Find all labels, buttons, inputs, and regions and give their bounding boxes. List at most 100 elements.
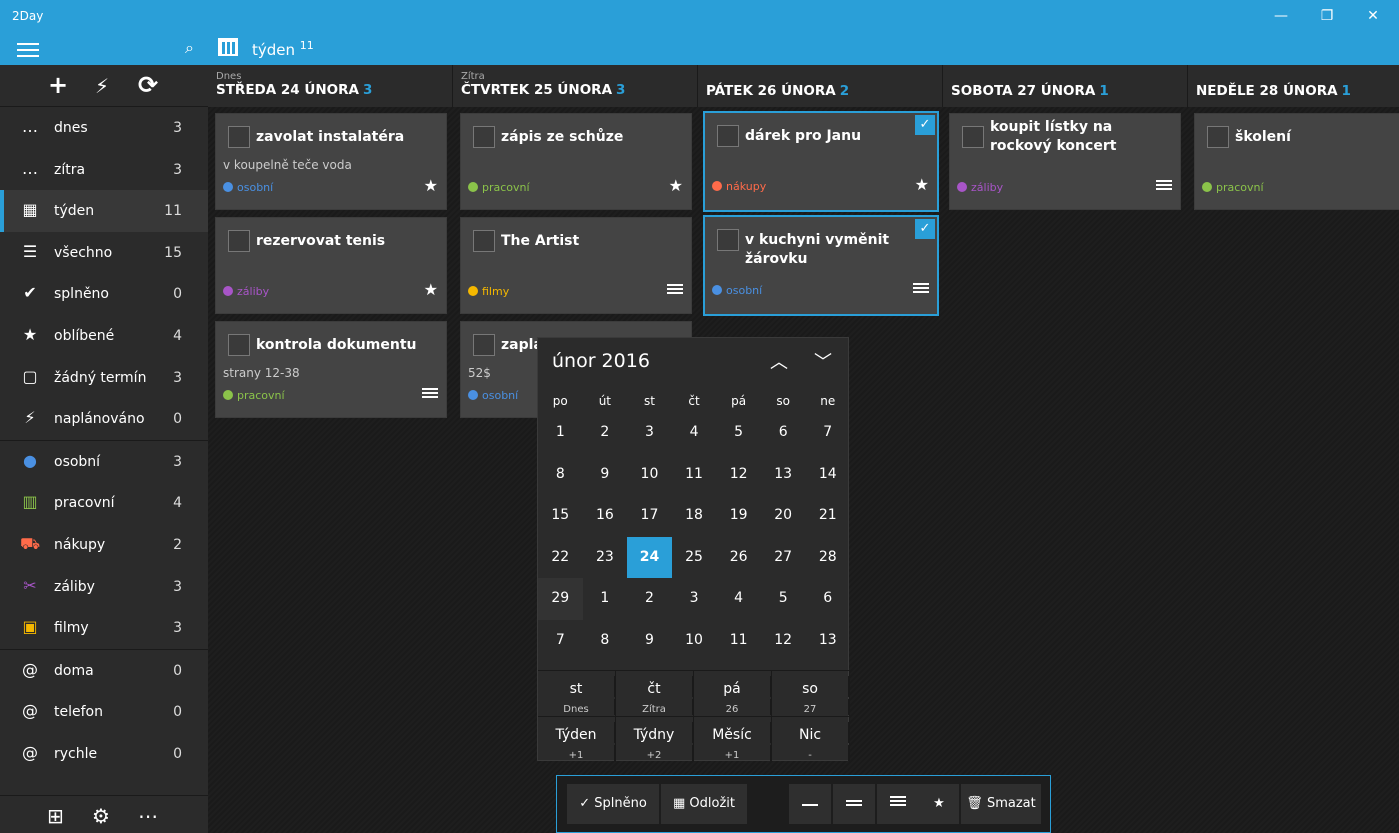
task-card[interactable]: zavolat instalatéra v koupelně teče voda o… (215, 113, 447, 210)
task-checkbox[interactable] (228, 334, 250, 356)
priority-high-button[interactable] (877, 784, 919, 824)
calendar-day[interactable]: 3 (672, 578, 717, 620)
calendar-day[interactable]: 11 (672, 454, 717, 496)
calendar-day[interactable]: 25 (672, 537, 717, 579)
minimize-button[interactable]: — (1258, 0, 1304, 33)
calendar-day[interactable]: 10 (672, 620, 717, 662)
star-icon[interactable]: ★ (424, 176, 438, 195)
calendar-day[interactable]: 7 (538, 620, 583, 662)
prev-month-icon[interactable]: ︿ (770, 348, 788, 374)
calendar-day[interactable]: 29 (538, 578, 583, 620)
task-checkbox[interactable] (717, 229, 739, 251)
calendar-day[interactable]: 26 (716, 537, 761, 579)
sidebar-item-15[interactable]: @ rychle 0 (0, 733, 208, 775)
quick-add-icon[interactable]: ⚡ (95, 74, 109, 98)
task-card[interactable]: školení pracovní (1194, 113, 1399, 210)
task-card[interactable]: zápis ze schůze pracovní ★ (460, 113, 692, 210)
sidebar-item-0[interactable]: … dnes 3 (0, 107, 208, 149)
calendar-day[interactable]: 13 (761, 454, 806, 496)
task-checkbox[interactable] (717, 125, 739, 147)
calendar-day[interactable]: 28 (805, 537, 850, 579)
sidebar-item-3[interactable]: ☰ všechno 15 (0, 232, 208, 274)
calendar-day[interactable]: 8 (538, 454, 583, 496)
calendar-day[interactable]: 20 (761, 495, 806, 537)
task-checkbox[interactable] (473, 230, 495, 252)
calendar-day[interactable]: 10 (627, 454, 672, 496)
calendar-day[interactable]: 14 (805, 454, 850, 496)
calendar-day[interactable]: 1 (538, 412, 583, 454)
quick-day-button[interactable]: pá 26 (694, 671, 772, 716)
task-card[interactable]: v kuchyni vyměnit žárovku osobní ✓ (703, 215, 939, 316)
star-icon[interactable]: ★ (424, 280, 438, 299)
calendar-day[interactable]: 9 (627, 620, 672, 662)
task-card[interactable]: dárek pro Janu nákupy ★ ✓ (703, 111, 939, 212)
task-card[interactable]: kontrola dokumentu strany 12-38 pracovní (215, 321, 447, 418)
add-task-icon[interactable]: + (48, 71, 68, 99)
calendar-day[interactable]: 12 (716, 454, 761, 496)
sidebar-item-4[interactable]: ✔ splněno 0 (0, 273, 208, 315)
calendar-day[interactable]: 7 (805, 412, 850, 454)
calendar-day[interactable]: 17 (627, 495, 672, 537)
favorite-button[interactable]: ★ (919, 784, 959, 824)
calendar-day[interactable]: 18 (672, 495, 717, 537)
task-card[interactable]: The Artist filmy (460, 217, 692, 314)
calendar-day[interactable]: 22 (538, 537, 583, 579)
quick-day-button[interactable]: čt Zítra (616, 671, 694, 716)
calendar-day[interactable]: 5 (716, 412, 761, 454)
calendar-day[interactable]: 21 (805, 495, 850, 537)
sidebar-item-12[interactable]: ▣ filmy 3 (0, 607, 208, 649)
quick-period-button[interactable]: Měsíc +1 (694, 717, 772, 762)
calendar-day[interactable]: 1 (583, 578, 628, 620)
calendar-day[interactable]: 4 (716, 578, 761, 620)
calendar-day[interactable]: 3 (627, 412, 672, 454)
task-checkbox[interactable] (228, 126, 250, 148)
task-card[interactable]: koupit lístky na rockový koncert záliby (949, 113, 1181, 210)
next-month-icon[interactable]: ﹀ (814, 348, 832, 374)
calendar-day[interactable]: 24 (627, 536, 672, 578)
calendar-day[interactable]: 5 (761, 578, 806, 620)
quick-period-button[interactable]: Týden +1 (538, 717, 616, 762)
hamburger-menu-icon[interactable] (17, 43, 39, 61)
calendar-day[interactable]: 6 (761, 412, 806, 454)
more-icon[interactable]: ⋯ (138, 804, 158, 828)
star-icon[interactable]: ★ (669, 176, 683, 195)
task-checkbox[interactable] (473, 334, 495, 356)
sidebar-item-6[interactable]: ▢ žádný termín 3 (0, 357, 208, 399)
task-checkbox[interactable] (473, 126, 495, 148)
calendar-day[interactable]: 16 (583, 495, 628, 537)
sidebar-item-14[interactable]: @ telefon 0 (0, 691, 208, 733)
task-checkbox[interactable] (962, 126, 984, 148)
calendar-day[interactable]: 12 (761, 620, 806, 662)
task-card[interactable]: rezervovat tenis záliby ★ (215, 217, 447, 314)
maximize-button[interactable]: ❐ (1304, 0, 1350, 33)
sync-icon[interactable]: ⟳ (138, 71, 158, 99)
calendar-day[interactable]: 2 (627, 578, 672, 620)
add-folder-icon[interactable]: ⊞ (47, 804, 64, 828)
calendar-day[interactable]: 9 (583, 454, 628, 496)
calendar-day[interactable]: 11 (716, 620, 761, 662)
search-icon[interactable]: ⌕ (185, 38, 194, 58)
priority-low-button[interactable] (789, 784, 831, 824)
calendar-day[interactable]: 4 (672, 412, 717, 454)
task-checkbox[interactable] (228, 230, 250, 252)
sidebar-item-2[interactable]: ▦ týden 11 (0, 190, 208, 232)
calendar-day[interactable]: 19 (716, 495, 761, 537)
sidebar-item-13[interactable]: @ doma 0 (0, 650, 208, 692)
sidebar-item-8[interactable]: ● osobní 3 (0, 441, 208, 483)
star-icon[interactable]: ★ (915, 175, 929, 194)
calendar-day[interactable]: 13 (805, 620, 850, 662)
sidebar-item-7[interactable]: ⚡ naplánováno 0 (0, 398, 208, 440)
quick-day-button[interactable]: so 27 (772, 671, 850, 716)
close-button[interactable]: ✕ (1350, 0, 1396, 33)
sidebar-item-5[interactable]: ★ oblíbené 4 (0, 315, 208, 357)
task-checkbox[interactable] (1207, 126, 1229, 148)
calendar-day[interactable]: 2 (583, 412, 628, 454)
quick-period-button[interactable]: Týdny +2 (616, 717, 694, 762)
calendar-day[interactable]: 8 (583, 620, 628, 662)
calendar-day[interactable]: 15 (538, 495, 583, 537)
sidebar-item-9[interactable]: ▥ pracovní 4 (0, 482, 208, 524)
settings-icon[interactable]: ⚙ (92, 804, 110, 828)
priority-medium-button[interactable] (833, 784, 875, 824)
quick-day-button[interactable]: st Dnes (538, 671, 616, 716)
done-button[interactable]: ✓ Splněno (567, 784, 659, 824)
